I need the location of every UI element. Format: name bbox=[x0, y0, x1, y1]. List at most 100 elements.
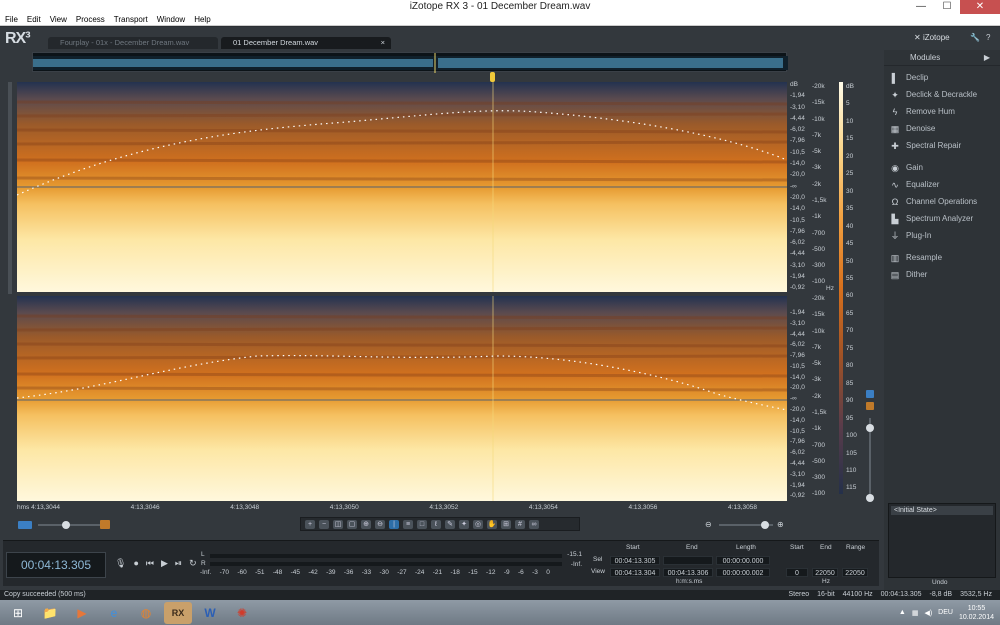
modules-header[interactable]: Modules ▶ bbox=[884, 50, 1000, 66]
hz-label: -2k bbox=[812, 392, 822, 400]
tab-label: 01 December Dream.wav bbox=[233, 38, 319, 47]
app-icon[interactable]: ✺ bbox=[228, 602, 256, 624]
menu-view[interactable]: View bbox=[50, 15, 67, 24]
slider-knob[interactable] bbox=[62, 521, 70, 529]
resample-icon: ▥ bbox=[890, 252, 900, 263]
menu-window[interactable]: Window bbox=[157, 15, 185, 24]
module-remove-hum[interactable]: ϟ Remove Hum bbox=[884, 103, 1000, 120]
playhead-marker[interactable] bbox=[490, 72, 495, 82]
clock[interactable]: 10:55 10.02.2014 bbox=[959, 604, 994, 622]
module-declip[interactable]: ▌ Declip bbox=[884, 69, 1000, 86]
view-start-field[interactable]: 00:04:13.304 bbox=[610, 568, 660, 577]
view-length-field[interactable]: 00:00:00.002 bbox=[716, 568, 770, 577]
hz-unit-label: Hz bbox=[826, 285, 834, 292]
network-icon[interactable]: ▦ bbox=[912, 609, 919, 617]
zoom-selection-icon[interactable]: ◫ bbox=[333, 519, 343, 529]
media-player-icon[interactable]: ▶ bbox=[68, 602, 96, 624]
sel-end-field[interactable] bbox=[663, 556, 713, 565]
menu-edit[interactable]: Edit bbox=[27, 15, 41, 24]
time-select-icon[interactable]: | bbox=[389, 519, 399, 529]
internet-explorer-icon[interactable]: e bbox=[100, 602, 128, 624]
maximize-button[interactable]: ☐ bbox=[934, 0, 960, 14]
waveform-overview[interactable] bbox=[32, 52, 788, 73]
spectrogram-right-channel[interactable] bbox=[16, 296, 788, 501]
spectrogram-left-channel[interactable] bbox=[16, 82, 788, 292]
time-ruler[interactable]: hms 4:13,3044 4:13,3046 4:13,3048 4:13,3… bbox=[17, 504, 787, 517]
module-plug-in[interactable]: ⏚ Plug-In bbox=[884, 227, 1000, 244]
close-button[interactable]: ✕ bbox=[960, 0, 1000, 14]
sel-start-field[interactable]: 00:04:13.305 bbox=[610, 556, 660, 565]
help-icon[interactable]: ? bbox=[986, 33, 990, 42]
rect-select-icon[interactable]: □ bbox=[417, 519, 427, 529]
module-channel-operations[interactable]: Ω Channel Operations bbox=[884, 193, 1000, 210]
spectrogram-toggle-icon[interactable] bbox=[100, 520, 110, 529]
rx-taskbar-icon[interactable]: RX bbox=[164, 601, 192, 624]
tab-fourplay[interactable]: Fourplay - 01x - December Dream.wav bbox=[48, 37, 218, 49]
hz-range-field[interactable]: 22050 bbox=[842, 568, 868, 577]
mic-icon[interactable]: 🎙 bbox=[115, 558, 126, 569]
zoom-in-icon[interactable]: ⊕ bbox=[777, 520, 784, 529]
volume-icon[interactable]: ◀) bbox=[924, 609, 932, 617]
module-gain[interactable]: ◉ Gain bbox=[884, 159, 1000, 176]
slider-knob[interactable] bbox=[866, 424, 874, 432]
zoom-out-icon[interactable]: − bbox=[319, 519, 329, 529]
freq-select-icon[interactable]: ≡ bbox=[403, 519, 413, 529]
zoom-time-icon[interactable]: ⊕ bbox=[361, 519, 371, 529]
module-equalizer[interactable]: ∿ Equalizer bbox=[884, 176, 1000, 193]
slider-knob[interactable] bbox=[761, 521, 769, 529]
history-item[interactable]: <Initial State> bbox=[891, 506, 993, 515]
magnify-icon[interactable]: ◎ bbox=[473, 519, 483, 529]
module-resample[interactable]: ▥ Resample bbox=[884, 249, 1000, 266]
record-icon[interactable]: ● bbox=[133, 558, 138, 569]
view-end-field[interactable]: 00:04:13.306 bbox=[663, 568, 713, 577]
tray-arrow-icon[interactable]: ▲ bbox=[899, 609, 906, 616]
firefox-icon[interactable]: ◍ bbox=[132, 602, 160, 624]
waveform-toggle-icon[interactable] bbox=[18, 521, 32, 529]
link-icon[interactable]: ∞ bbox=[529, 519, 539, 529]
menu-transport[interactable]: Transport bbox=[114, 15, 148, 24]
spectrogram-icon[interactable] bbox=[866, 402, 874, 410]
selection-info: Start End Length Start End Range Sel 00:… bbox=[590, 544, 875, 587]
color-scale-bar[interactable] bbox=[839, 82, 843, 494]
menu-file[interactable]: File bbox=[5, 15, 18, 24]
lasso-icon[interactable]: ℓ bbox=[431, 519, 441, 529]
module-spectrum-analyzer[interactable]: ▙ Spectrum Analyzer bbox=[884, 210, 1000, 227]
grid-icon[interactable]: # bbox=[515, 519, 525, 529]
tab-december-dream[interactable]: 01 December Dream.wav × bbox=[221, 37, 391, 49]
loop-icon[interactable]: ↻ bbox=[189, 558, 197, 569]
start-icon[interactable]: ⊞ bbox=[4, 602, 32, 624]
language-indicator[interactable]: DEU bbox=[938, 609, 953, 616]
time-label: 4:13,3050 bbox=[329, 504, 359, 511]
brush-icon[interactable]: ✎ bbox=[445, 519, 455, 529]
waveform-zoom-control[interactable] bbox=[18, 520, 113, 530]
hz-start-field[interactable]: 0 bbox=[786, 568, 808, 577]
hand-icon[interactable]: ✋ bbox=[487, 519, 497, 529]
hz-end-field[interactable]: 22050 bbox=[812, 568, 838, 577]
module-spectral-repair[interactable]: ✚ Spectral Repair bbox=[884, 137, 1000, 154]
spectrogram-opacity-slider[interactable] bbox=[866, 390, 874, 502]
zoom-freq-icon[interactable]: ⊖ bbox=[375, 519, 385, 529]
module-declick[interactable]: ✦ Declick & Decrackle bbox=[884, 86, 1000, 103]
snap-icon[interactable]: ⊞ bbox=[501, 519, 511, 529]
zoom-out-icon[interactable]: ⊖ bbox=[705, 520, 712, 529]
sel-length-field[interactable]: 00:00:00.000 bbox=[716, 556, 770, 565]
rewind-icon[interactable]: ⏮ bbox=[146, 558, 154, 569]
minimize-button[interactable]: — bbox=[908, 0, 934, 14]
magic-wand-icon[interactable]: ✦ bbox=[459, 519, 469, 529]
menu-help[interactable]: Help bbox=[194, 15, 210, 24]
settings-icon[interactable]: 🔧 bbox=[970, 33, 980, 42]
play-icon[interactable]: ▶ bbox=[161, 558, 168, 569]
tab-close-icon[interactable]: × bbox=[381, 37, 385, 49]
module-dither[interactable]: ▤ Dither bbox=[884, 266, 1000, 283]
slider-knob[interactable] bbox=[866, 494, 874, 502]
zoom-in-icon[interactable]: + bbox=[305, 519, 315, 529]
channel-divider-handle[interactable] bbox=[8, 82, 12, 294]
module-denoise[interactable]: ▦ Denoise bbox=[884, 120, 1000, 137]
play-selection-icon[interactable]: ⏯ bbox=[175, 558, 182, 569]
zoom-fit-icon[interactable]: ▢ bbox=[347, 519, 357, 529]
explorer-icon[interactable]: 📁 bbox=[36, 602, 64, 624]
menu-process[interactable]: Process bbox=[76, 15, 105, 24]
horizontal-zoom-control[interactable]: ⊖ ⊕ bbox=[705, 520, 787, 530]
waveform-icon[interactable] bbox=[866, 390, 874, 398]
word-icon[interactable]: W bbox=[196, 602, 224, 624]
